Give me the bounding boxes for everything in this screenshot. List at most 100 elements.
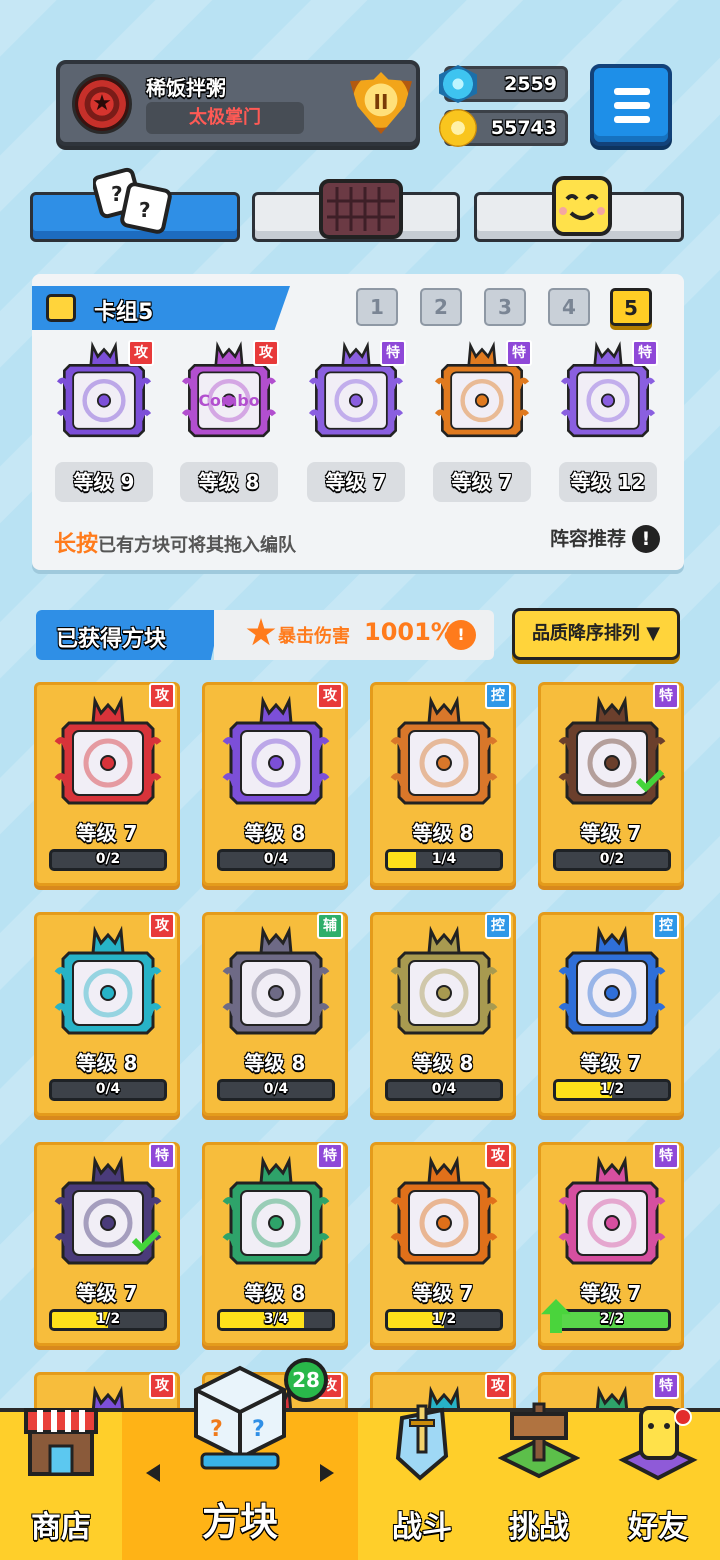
tab-emoji[interactable] bbox=[474, 176, 684, 242]
coin-amount: 55743 bbox=[490, 117, 557, 139]
deck-slot-3[interactable]: 3 bbox=[484, 288, 526, 326]
block-card[interactable]: 控等级 8 0/4 bbox=[370, 912, 516, 1116]
dice-icon: ? ? bbox=[93, 167, 172, 234]
nav-battle[interactable]: 战斗 bbox=[362, 1404, 482, 1560]
deck-card-level: 等级 7 bbox=[307, 462, 405, 502]
signpost-icon bbox=[498, 1402, 580, 1479]
sort-quality-button[interactable]: 品质降序排列 ▼ bbox=[512, 608, 680, 660]
nav-shop[interactable]: 商店 bbox=[0, 1408, 122, 1560]
deck-slot-4[interactable]: 4 bbox=[548, 288, 590, 326]
block-art-label: Combo bbox=[198, 391, 259, 410]
block-card[interactable]: 攻等级 7 1/2 bbox=[370, 1142, 516, 1346]
block-progress-text: 0/4 bbox=[431, 1081, 457, 1097]
block-progress-bar: 2/2 bbox=[553, 1309, 671, 1331]
board-grid-icon bbox=[319, 179, 403, 239]
rank-label: II bbox=[373, 90, 389, 114]
lineup-recommend-button[interactable]: 阵容推荐! bbox=[550, 524, 660, 553]
nav-shop-label: 商店 bbox=[31, 1510, 91, 1545]
nav-challenge[interactable]: 挑战 bbox=[482, 1402, 596, 1560]
block-level: 等级 8 bbox=[244, 1281, 306, 1305]
deck-panel: 卡组5 1 2 3 4 5 攻等级 9 Combo 攻等级 8 特等级 7 特等级 7 特… bbox=[32, 274, 684, 570]
deck-hint: 长按已有方块可将其拖入编队 bbox=[54, 526, 296, 558]
gem-counter[interactable]: 2559 bbox=[439, 65, 568, 103]
block-art bbox=[49, 923, 167, 1039]
block-card[interactable]: 特等级 7 0/2 bbox=[538, 682, 684, 886]
block-type-tag: 特 bbox=[653, 683, 679, 709]
info-icon: ! bbox=[632, 525, 660, 553]
shop-icon bbox=[24, 1408, 98, 1476]
block-progress-bar: 1/2 bbox=[49, 1309, 167, 1331]
block-progress-bar: 0/4 bbox=[217, 849, 335, 871]
block-art-icon bbox=[54, 925, 162, 1035]
burst-star-icon bbox=[246, 618, 276, 646]
block-art-icon bbox=[222, 1155, 330, 1265]
block-card[interactable]: 特等级 7 1/2 bbox=[34, 1142, 180, 1346]
tab-dice[interactable]: ? ? bbox=[30, 167, 240, 242]
block-art bbox=[49, 693, 167, 809]
hamburger-line bbox=[614, 102, 650, 109]
hint-text: 已有方块可将其拖入编队 bbox=[98, 535, 297, 556]
svg-text:?: ? bbox=[210, 1417, 223, 1442]
block-level: 等级 8 bbox=[412, 1051, 474, 1075]
nav-challenge-label: 挑战 bbox=[509, 1510, 569, 1545]
deck-slot-1[interactable]: 1 bbox=[356, 288, 398, 326]
tab-board[interactable] bbox=[252, 179, 460, 242]
avatar[interactable]: ★ bbox=[72, 74, 132, 134]
deck-title: 卡组5 bbox=[94, 300, 154, 325]
svg-text:?: ? bbox=[252, 1417, 265, 1442]
block-art-icon bbox=[558, 695, 666, 805]
avatar-star-icon: ★ bbox=[92, 91, 112, 116]
deck-title-banner[interactable]: 卡组5 bbox=[32, 286, 290, 330]
block-card[interactable]: 特等级 7 2/2 bbox=[538, 1142, 684, 1346]
block-art-icon bbox=[222, 695, 330, 805]
block-level: 等级 7 bbox=[580, 1281, 642, 1305]
bottom-nav: 商店 ? ? 方块 战斗 挑战 好友 bbox=[0, 1365, 720, 1560]
crit-info-icon[interactable]: ! bbox=[446, 620, 476, 650]
next-arrow-icon[interactable] bbox=[320, 1464, 334, 1482]
block-card[interactable]: 辅等级 8 0/4 bbox=[202, 912, 348, 1116]
block-art bbox=[385, 923, 503, 1039]
block-art-icon bbox=[54, 1155, 162, 1265]
nav-friends[interactable]: 好友 bbox=[596, 1406, 720, 1560]
prev-arrow-icon[interactable] bbox=[146, 1464, 160, 1482]
deck-card[interactable]: 攻 bbox=[52, 336, 156, 444]
block-card[interactable]: 攻等级 7 0/2 bbox=[34, 682, 180, 886]
deck-slot-2[interactable]: 2 bbox=[420, 288, 462, 326]
block-art bbox=[217, 693, 335, 809]
block-card[interactable]: 攻等级 8 0/4 bbox=[202, 682, 348, 886]
block-type-tag: 特 bbox=[632, 340, 658, 366]
crit-value: 1001% bbox=[364, 618, 455, 646]
deck-card[interactable]: 特 bbox=[430, 336, 534, 444]
block-type-tag: 特 bbox=[506, 340, 532, 366]
crit-damage-box[interactable]: 暴击伤害 1001% ! bbox=[214, 610, 494, 660]
block-card[interactable]: 攻等级 8 0/4 bbox=[34, 912, 180, 1116]
block-level: 等级 8 bbox=[244, 821, 306, 845]
block-level: 等级 7 bbox=[412, 1281, 474, 1305]
hint-highlight: 长按 bbox=[54, 532, 99, 557]
block-type-tag: 攻 bbox=[149, 1373, 175, 1399]
nav-blocks[interactable]: ? ? 方块 bbox=[122, 1365, 358, 1560]
block-card[interactable]: 特等级 8 3/4 bbox=[202, 1142, 348, 1346]
block-art-icon bbox=[558, 925, 666, 1035]
svg-text:?: ? bbox=[139, 198, 151, 222]
edit-pen-icon[interactable] bbox=[46, 294, 76, 322]
block-art-icon bbox=[390, 1155, 498, 1265]
block-progress-text: 0/2 bbox=[95, 851, 121, 867]
player-profile-panel[interactable]: ★ 稀饭拌粥 太极掌门 II bbox=[56, 60, 420, 146]
block-art bbox=[217, 1153, 335, 1269]
block-type-tag: 控 bbox=[485, 683, 511, 709]
deck-card[interactable]: 特 bbox=[556, 336, 660, 444]
player-name: 稀饭拌粥 bbox=[146, 78, 226, 100]
block-card[interactable]: 控等级 7 1/2 bbox=[538, 912, 684, 1116]
rank-badge-icon[interactable]: II bbox=[350, 72, 412, 134]
block-level: 等级 7 bbox=[580, 821, 642, 845]
deck-card[interactable]: 特 bbox=[304, 336, 408, 444]
block-progress-bar: 0/4 bbox=[49, 1079, 167, 1101]
block-card[interactable]: 控等级 8 1/4 bbox=[370, 682, 516, 886]
block-level: 等级 8 bbox=[76, 1051, 138, 1075]
deck-card[interactable]: Combo 攻 bbox=[177, 336, 281, 444]
coin-counter[interactable]: 55743 bbox=[439, 109, 568, 147]
menu-button[interactable] bbox=[590, 64, 672, 146]
notification-dot bbox=[674, 1408, 692, 1426]
deck-slot-5[interactable]: 5 bbox=[610, 288, 652, 326]
